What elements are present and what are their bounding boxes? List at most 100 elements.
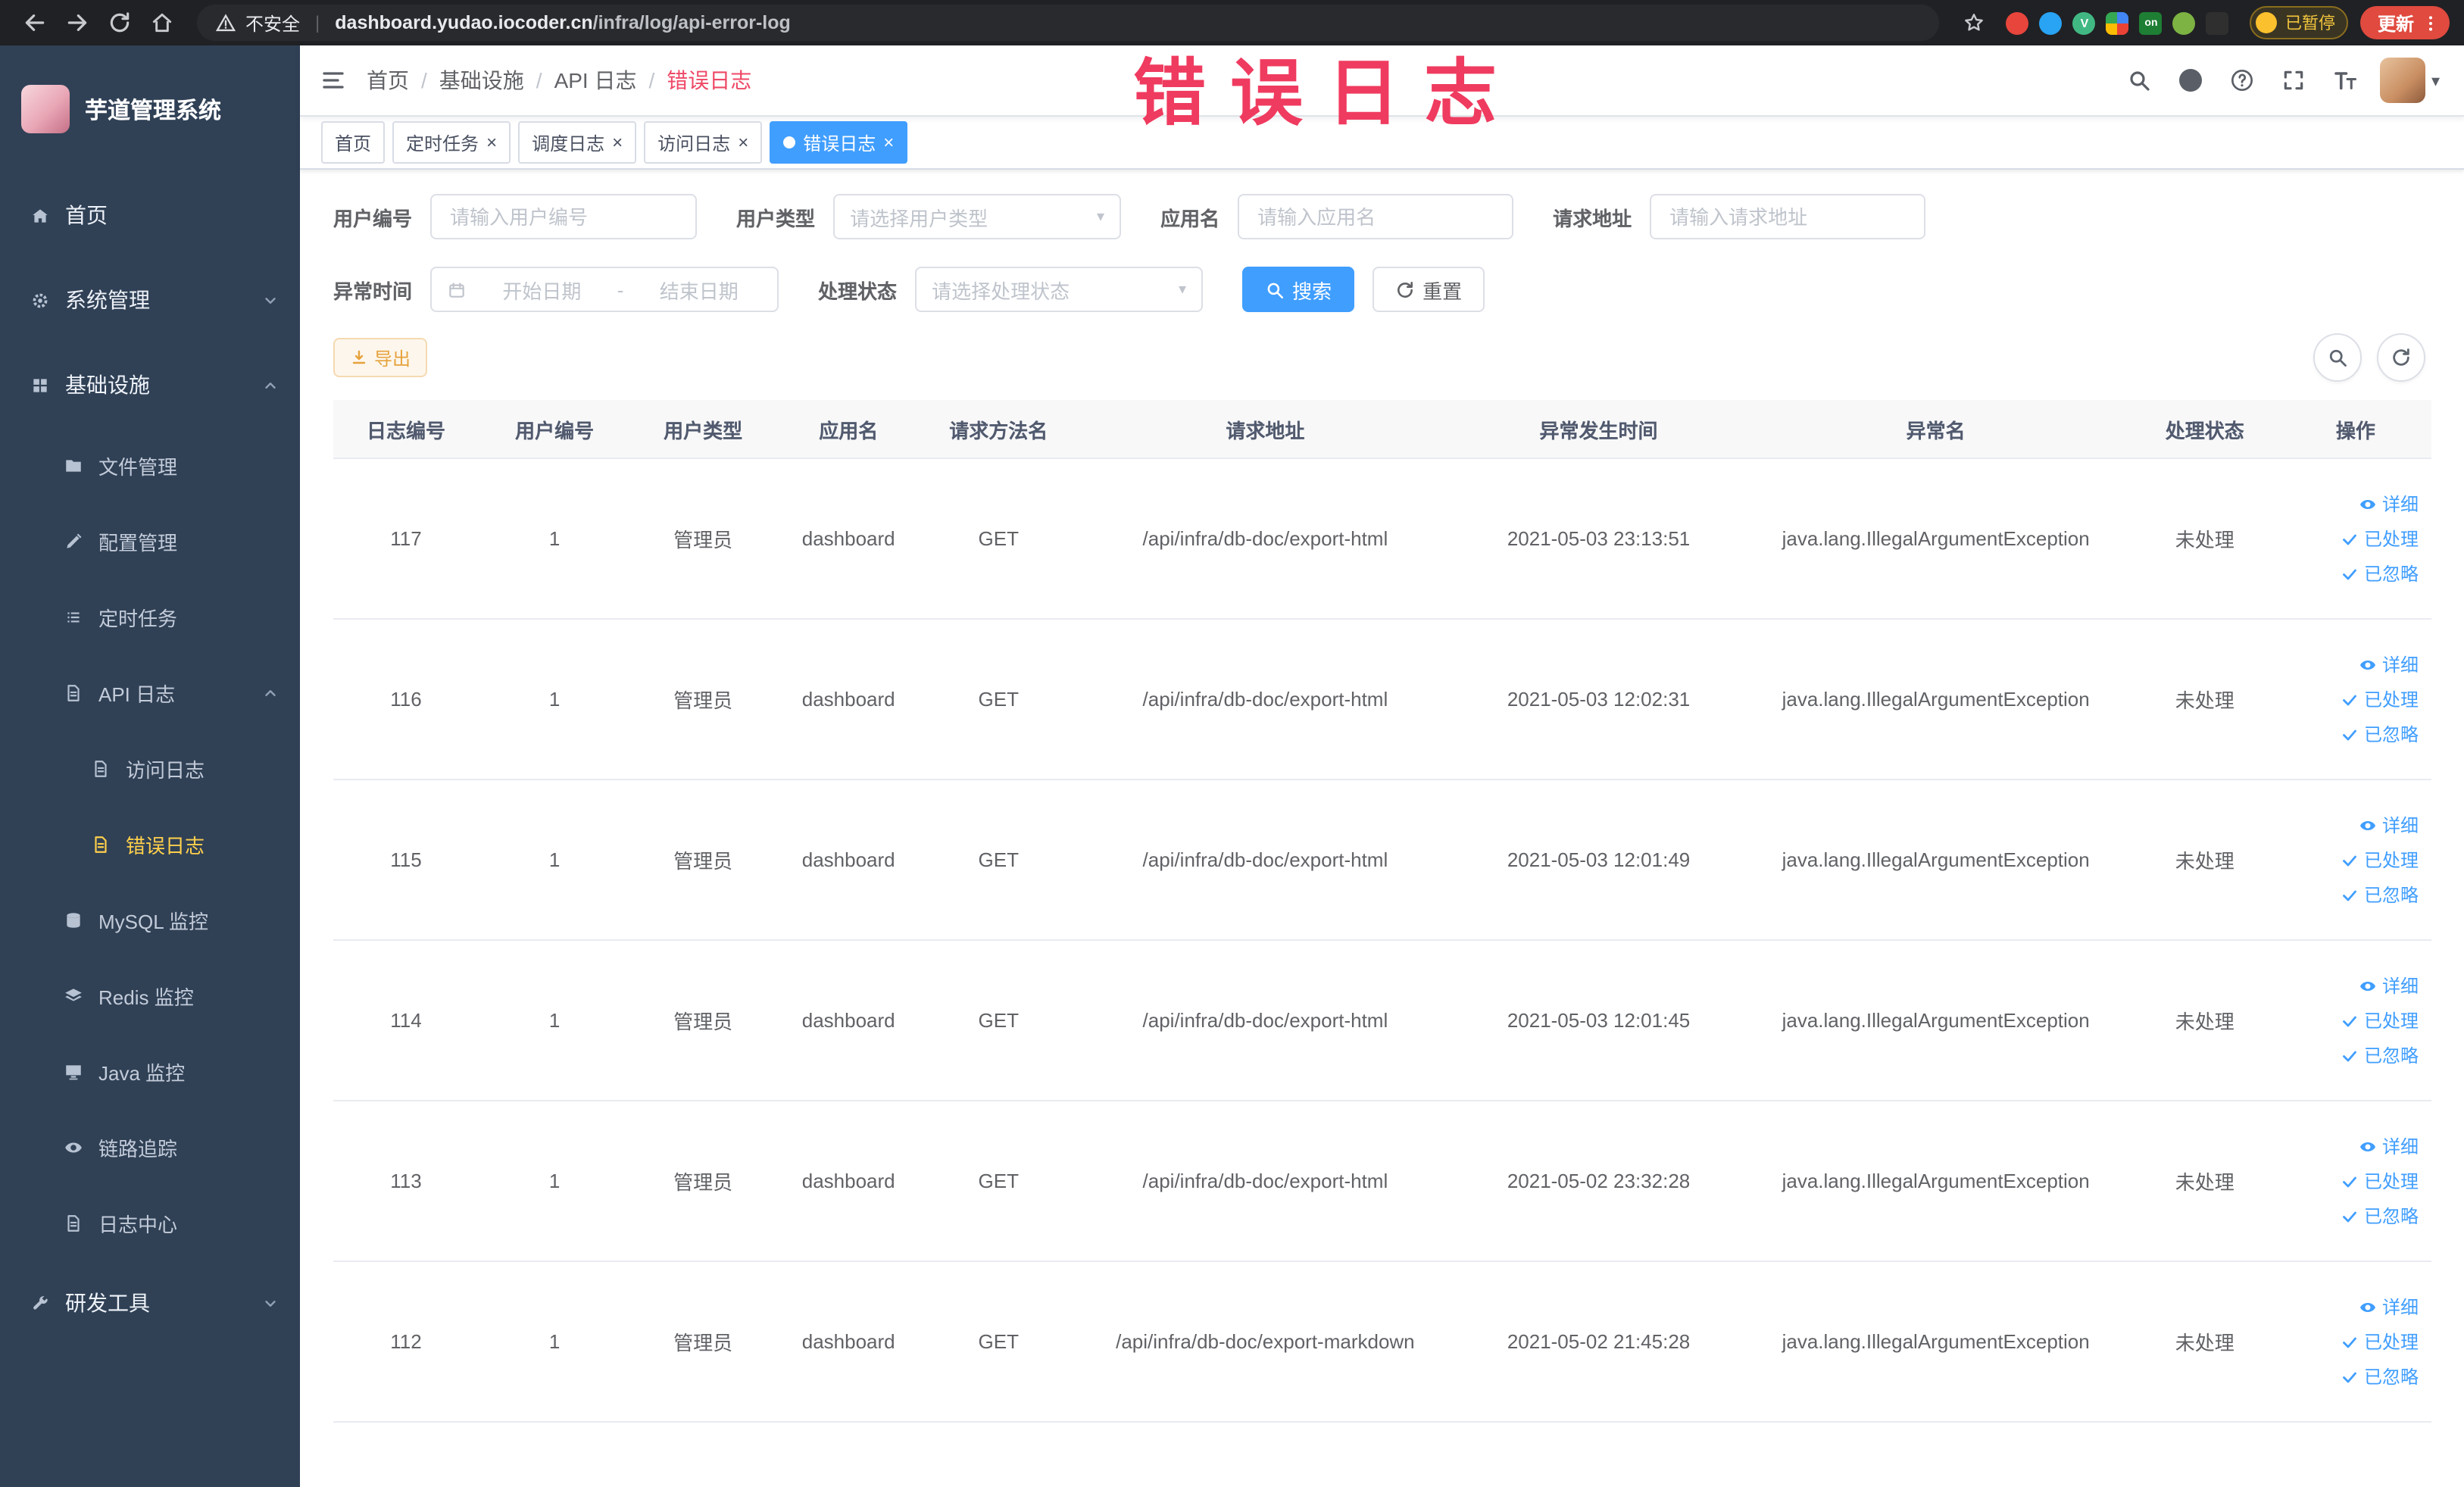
tab-调度日志[interactable]: 调度日志 × (518, 121, 637, 164)
app-logo[interactable]: 芋道管理系统 (0, 45, 300, 173)
action-label: 已忽略 (2363, 1206, 2419, 1227)
action-已处理[interactable]: 已处理 (2341, 1329, 2419, 1354)
action-详细[interactable]: 详细 (2359, 651, 2419, 677)
action-已忽略[interactable]: 已忽略 (2341, 882, 2419, 908)
sidebar-item-api-log[interactable]: API 日志 (0, 654, 300, 730)
browser-home-icon[interactable] (142, 3, 182, 42)
action-已处理[interactable]: 已处理 (2341, 1007, 2419, 1033)
breadcrumb-link[interactable]: 首页 (367, 65, 409, 95)
tab-访问日志[interactable]: 访问日志 × (644, 121, 763, 164)
sidebar-item-home[interactable]: 首页 (0, 173, 300, 258)
action-已忽略[interactable]: 已忽略 (2341, 1042, 2419, 1068)
browser-back-icon[interactable] (15, 3, 55, 42)
cell-status: 未处理 (2128, 458, 2281, 620)
tab-定时任务[interactable]: 定时任务 × (392, 121, 511, 164)
vue-devtools-icon[interactable]: V (2072, 11, 2096, 34)
breadcrumb-link[interactable]: 基础设施 (439, 65, 524, 95)
sidebar-item-error-log[interactable]: 错误日志 (0, 806, 300, 882)
sidebar-item-access-log[interactable]: 访问日志 (0, 730, 300, 806)
tab-首页[interactable]: 首页 (321, 121, 386, 164)
eye-icon (2359, 976, 2378, 995)
process-status-select[interactable]: 请选择处理状态 ▾ (915, 267, 1204, 312)
github-icon[interactable] (2165, 45, 2216, 115)
action-已处理[interactable]: 已处理 (2341, 847, 2419, 873)
font-size-icon[interactable] (2319, 45, 2371, 115)
action-label: 已忽略 (2363, 885, 2419, 906)
action-已忽略[interactable]: 已忽略 (2341, 721, 2419, 747)
filter-row-2: 异常时间 开始日期 - 结束日期 处理状态 请选择处理状态 ▾ 搜索 重置 (333, 267, 2431, 312)
sidebar-item-trace[interactable]: 链路追踪 (0, 1109, 300, 1185)
close-icon[interactable]: × (738, 133, 748, 152)
sidebar-item-file[interactable]: 文件管理 (0, 427, 300, 503)
browser-menu-icon[interactable] (2420, 13, 2440, 33)
home-icon (30, 205, 50, 225)
action-已忽略[interactable]: 已忽略 (2341, 561, 2419, 586)
reset-button[interactable]: 重置 (1373, 267, 1485, 312)
sidebar-item-redis[interactable]: Redis 监控 (0, 957, 300, 1033)
extension-icon[interactable] (2172, 11, 2196, 34)
close-icon[interactable]: × (612, 133, 623, 152)
sidebar-item-config[interactable]: 配置管理 (0, 503, 300, 579)
address-bar[interactable]: 不安全 | dashboard.yudao.iocoder.cn/infra/l… (197, 5, 1940, 41)
action-详细[interactable]: 详细 (2359, 1133, 2419, 1159)
help-icon[interactable] (2216, 45, 2268, 115)
extension-icon[interactable] (2039, 11, 2063, 34)
close-icon[interactable]: × (486, 133, 497, 152)
refresh-button[interactable] (2376, 333, 2425, 382)
tab-错误日志[interactable]: 错误日志 × (770, 121, 908, 164)
extension-icon[interactable] (2106, 11, 2129, 34)
cell-time: 2021-05-03 12:01:45 (1454, 940, 1743, 1101)
cell-actions: 详细已处理已忽略 (2280, 779, 2431, 941)
user-id-input[interactable] (447, 204, 681, 230)
search-button[interactable]: 搜索 (1242, 267, 1355, 312)
app-name-input[interactable] (1254, 204, 1497, 230)
action-详细[interactable]: 详细 (2359, 812, 2419, 838)
screen: 不安全 | dashboard.yudao.iocoder.cn/infra/l… (0, 0, 2464, 1487)
table-row: 114 1 管理员 dashboard GET/api/infra/db-doc/exp… (333, 940, 2431, 1101)
tabs-bar: 首页 定时任务 × 调度日志 × 访问日志 × 错误日志 × (300, 117, 2464, 170)
breadcrumb-current: 错误日志 (667, 68, 752, 92)
breadcrumb-link[interactable]: API 日志 (554, 65, 637, 95)
sidebar-item-mysql[interactable]: MySQL 监控 (0, 882, 300, 957)
sidebar-item-system[interactable]: 系统管理 (0, 258, 300, 342)
sidebar-toggle-icon[interactable] (300, 45, 367, 115)
close-icon[interactable]: × (883, 133, 894, 152)
date-range-picker[interactable]: 开始日期 - 结束日期 (430, 267, 779, 312)
action-详细[interactable]: 详细 (2359, 491, 2419, 517)
cell-app: dashboard (776, 779, 922, 941)
search-toggle-button[interactable] (2313, 333, 2361, 382)
sidebar-item-job[interactable]: 定时任务 (0, 579, 300, 654)
extension-icon[interactable] (2006, 11, 2029, 34)
extension-icon[interactable] (2206, 11, 2229, 34)
fullscreen-icon[interactable] (2268, 45, 2319, 115)
cell-user-type: 管理员 (630, 458, 776, 620)
action-已忽略[interactable]: 已忽略 (2341, 1203, 2419, 1229)
action-已处理[interactable]: 已处理 (2341, 526, 2419, 551)
action-已处理[interactable]: 已处理 (2341, 1168, 2419, 1194)
extension-icon[interactable]: on (2139, 11, 2163, 34)
sidebar-item-log-center[interactable]: 日志中心 (0, 1185, 300, 1261)
sidebar-item-infra[interactable]: 基础设施 (0, 342, 300, 427)
browser-update-button[interactable]: 更新 (2360, 6, 2449, 39)
browser-forward-icon[interactable] (58, 3, 97, 42)
bookmark-star-icon[interactable] (1955, 3, 1994, 42)
sidebar-item-label: Redis 监控 (98, 986, 194, 1008)
user-type-select[interactable]: 请选择用户类型 ▾ (833, 194, 1122, 239)
cell-user-id: 1 (479, 1101, 631, 1262)
sidebar-item-java[interactable]: Java 监控 (0, 1033, 300, 1109)
browser-profile-chip[interactable]: 已暂停 (2250, 6, 2349, 39)
action-已处理[interactable]: 已处理 (2341, 686, 2419, 712)
breadcrumb-separator: / (421, 68, 427, 92)
browser-reload-icon[interactable] (100, 3, 139, 42)
action-详细[interactable]: 详细 (2359, 973, 2419, 998)
request-url-input[interactable] (1666, 204, 1910, 230)
eye-icon (2359, 816, 2378, 834)
action-已忽略[interactable]: 已忽略 (2341, 1364, 2419, 1389)
database-icon (64, 910, 83, 929)
action-详细[interactable]: 详细 (2359, 1294, 2419, 1320)
cell-actions: 详细已处理已忽略 (2280, 458, 2431, 620)
sidebar-item-dev-tools[interactable]: 研发工具 (0, 1261, 300, 1345)
user-avatar[interactable]: ▾ (2379, 58, 2449, 103)
search-icon[interactable] (2113, 45, 2165, 115)
export-button[interactable]: 导出 (333, 338, 428, 377)
